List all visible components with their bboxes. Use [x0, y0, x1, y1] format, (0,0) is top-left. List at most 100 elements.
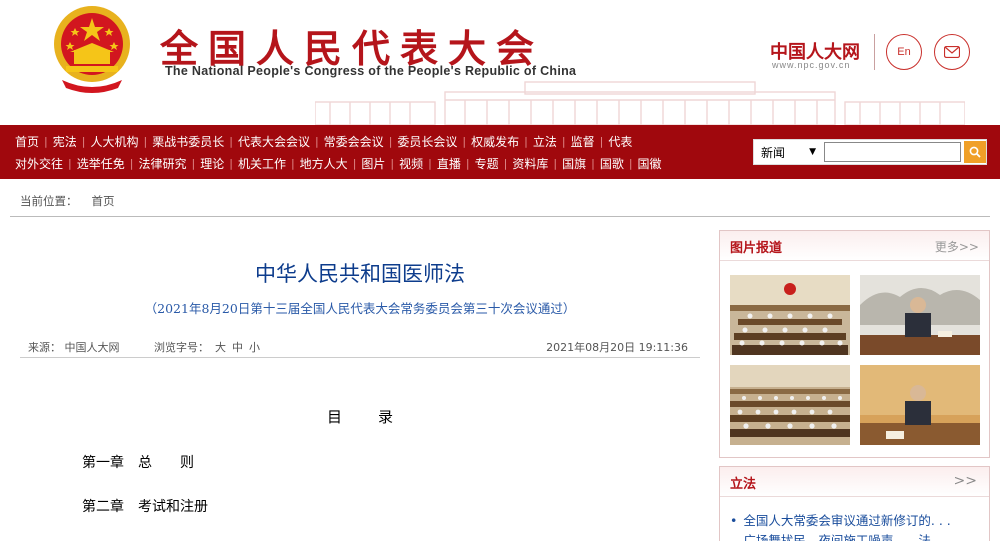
law-panel-header: 立法 >> — [720, 467, 989, 497]
law-panel-title: 立法 — [730, 477, 757, 492]
font-size-label: 浏览字号： — [154, 341, 209, 354]
bullet-icon: • — [730, 513, 738, 528]
great-hall-illustration — [315, 81, 965, 125]
search-category-select[interactable]: 新闻 ▼ — [754, 140, 822, 164]
toc-title: 目录 — [326, 408, 429, 426]
nav-item[interactable]: 代表大会会议 — [238, 133, 310, 150]
article: 中华人民共和国医师法 （2021年8月20日第十三届全国人民代表大会常务委员会第… — [20, 220, 700, 541]
nav-separator: | — [465, 157, 470, 170]
photo-panel-more-link[interactable]: 更多>> — [935, 238, 979, 255]
nav-item[interactable]: 立法 — [533, 133, 557, 150]
nav-item[interactable]: 资料库 — [512, 155, 548, 172]
nav-separator: | — [44, 135, 48, 148]
photo-thumbnail[interactable] — [730, 365, 850, 445]
nav-item[interactable]: 人大机构 — [90, 133, 138, 150]
article-date: 2021年08月20日 19:11:36 — [546, 341, 688, 354]
law-news-item[interactable]: • 全国人大常委会审议通过新修订的. . . — [730, 510, 951, 529]
nav-separator: | — [68, 157, 72, 170]
toc-item: 第二章 考试和注册 — [82, 499, 208, 515]
nav-separator: | — [81, 135, 86, 148]
photo-thumbnail[interactable] — [860, 365, 980, 445]
font-size-small[interactable]: 小 — [249, 341, 260, 354]
article-title: 中华人民共和国医师法 — [255, 262, 465, 286]
nav-item[interactable]: 专题 — [475, 155, 499, 172]
site-subtitle: The National People's Congress of the Pe… — [165, 64, 577, 78]
nav-separator: | — [628, 157, 633, 170]
nav-separator: | — [591, 157, 595, 170]
article-source: 来源： 中国人大网 — [28, 341, 120, 354]
nav-item[interactable]: 栗战书委员长 — [152, 133, 224, 150]
nav-item[interactable]: 对外交往 — [15, 155, 63, 172]
nav-item[interactable]: 首页 — [15, 133, 39, 150]
nav-item[interactable]: 图片 — [361, 155, 385, 172]
nav-separator: | — [129, 157, 134, 170]
nav-item[interactable]: 国徽 — [638, 155, 662, 172]
article-meta: 来源： 中国人大网 浏览字号： 大中小 2021年08月20日 19:11:36 — [20, 336, 700, 358]
nav-separator: | — [428, 157, 432, 170]
breadcrumb-home-link[interactable]: 首页 — [92, 194, 115, 208]
photo-thumbnail[interactable] — [730, 275, 850, 355]
search-input[interactable] — [824, 142, 961, 162]
nav-item[interactable]: 代表 — [608, 133, 632, 150]
legislation-panel: 立法 >> • 全国人大常委会审议通过新修订的. . . •广场舞扰民、夜间施工噪… — [719, 466, 990, 541]
header-divider — [874, 34, 875, 70]
nav-separator: | — [524, 135, 528, 148]
law-news-item[interactable]: •广场舞扰民、夜间施工噪声……法 — [730, 530, 931, 541]
article-subtitle: （2021年8月20日第十三届全国人民代表大会常务委员会第三十次会议通过） — [144, 301, 576, 316]
law-news-text: 全国人大常委会审议通过新修订的. . . — [743, 513, 951, 528]
nav-item[interactable]: 理论 — [200, 155, 224, 172]
search-category-label: 新闻 — [761, 145, 786, 160]
photo-thumbnail[interactable] — [860, 275, 980, 355]
nav-separator: | — [143, 135, 148, 148]
search-icon — [969, 146, 981, 158]
photo-grid — [730, 275, 980, 447]
nav-item[interactable]: 国歌 — [600, 155, 624, 172]
photo-panel-header: 图片报道 更多>> — [720, 231, 989, 261]
toc-item: 第一章 总 则 — [82, 455, 194, 471]
nav-item[interactable]: 直播 — [437, 155, 461, 172]
nav-separator: | — [561, 135, 566, 148]
breadcrumb-divider — [10, 216, 990, 217]
nav-separator: | — [352, 157, 357, 170]
font-size-control: 浏览字号： 大中小 — [154, 339, 260, 355]
nav-item[interactable]: 常委会会议 — [324, 133, 384, 150]
main-navigation: 首页 | 宪法 | 人大机构 | 栗战书委员长 | 代表大会会议 | 常委会会议 | 委员长会议 | 权威发… — [0, 125, 1000, 179]
nav-separator: | — [503, 157, 508, 170]
nav-separator: | — [388, 135, 393, 148]
nav-item[interactable]: 权威发布 — [471, 133, 519, 150]
search-button[interactable] — [964, 141, 986, 163]
photo-report-panel: 图片报道 更多>> — [719, 230, 990, 458]
search-box: 新闻 ▼ — [753, 139, 987, 165]
breadcrumb-label: 当前位置： — [20, 194, 78, 208]
font-size-medium[interactable]: 中 — [232, 341, 243, 354]
nav-item[interactable]: 宪法 — [53, 133, 77, 150]
nav-row-1: 首页 | 宪法 | 人大机构 | 栗战书委员长 | 代表大会会议 | 常委会会议 | 委员长会议 | 权威发… — [15, 133, 632, 150]
photo-panel-title: 图片报道 — [730, 241, 783, 256]
english-language-button[interactable]: En — [886, 34, 922, 70]
nav-item[interactable]: 机关工作 — [238, 155, 286, 172]
nav-item[interactable]: 国旗 — [562, 155, 586, 172]
nav-separator: | — [553, 157, 558, 170]
law-panel-more-link[interactable]: >> — [954, 473, 977, 489]
nav-separator: | — [290, 157, 295, 170]
nav-item[interactable]: 选举任免 — [77, 155, 125, 172]
nav-separator: | — [229, 157, 233, 170]
national-emblem-icon — [54, 6, 130, 93]
npc-url: www.npc.gov.cn — [772, 60, 851, 70]
breadcrumb: 当前位置： 首页 — [20, 193, 115, 209]
nav-separator: | — [191, 157, 196, 170]
nav-item[interactable]: 委员长会议 — [397, 133, 457, 150]
font-size-large[interactable]: 大 — [215, 341, 226, 354]
law-news-text: 广场舞扰民、夜间施工噪声……法 — [743, 533, 931, 541]
nav-item[interactable]: 法律研究 — [138, 155, 186, 172]
nav-item[interactable]: 视频 — [399, 155, 423, 172]
nav-separator: | — [462, 135, 467, 148]
nav-separator: | — [314, 135, 319, 148]
nav-item[interactable]: 监督 — [571, 133, 595, 150]
chevron-down-icon: ▼ — [809, 147, 816, 157]
mail-button[interactable] — [934, 34, 970, 70]
nav-row-2: 对外交往 | 选举任免 | 法律研究 | 理论 | 机关工作 | 地方人大 | 图片 | 视频 | 直播 | 专题 |… — [15, 155, 662, 172]
site-header: 全国人民代表大会 The National People's Congress … — [0, 0, 1000, 125]
nav-item[interactable]: 地方人大 — [300, 155, 348, 172]
nav-separator: | — [599, 135, 604, 148]
